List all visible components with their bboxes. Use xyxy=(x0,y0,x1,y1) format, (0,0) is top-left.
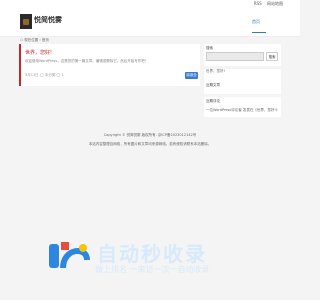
read-more-button[interactable]: 阅读全文 xyxy=(185,72,198,84)
search-button[interactable]: 搜索 xyxy=(266,52,278,61)
post-title[interactable]: 世界，您好! xyxy=(25,49,52,56)
site-title[interactable]: 悦简悦雾 xyxy=(34,15,62,25)
watermark: 自动秒收录 做上排名 一来访一次一自动收录 xyxy=(45,238,265,276)
site-logo[interactable] xyxy=(20,14,32,29)
watermark-title: 自动秒收录 xyxy=(97,242,207,266)
top-bar: RSS 网站地图 xyxy=(0,0,300,8)
breadcrumb: ☖ 现在位置 › 首页 xyxy=(20,38,49,42)
post-card: 世界，您好! 欢迎使用WordPress。这是您的第一篇文章。编辑或删除它，然后… xyxy=(19,44,200,86)
search-widget: 搜索 搜索 xyxy=(204,44,281,66)
watermark-subtitle: 做上排名 一来访一次一自动收录 xyxy=(95,265,210,274)
search-title: 搜索 xyxy=(206,46,213,50)
rss-link[interactable]: RSS xyxy=(254,1,262,6)
post-meta: 3月13日 ◯ 未分类 ◯ 1 xyxy=(25,73,64,77)
site-header: 悦简悦雾 首页 xyxy=(0,8,300,37)
top-links: RSS 网站地图 xyxy=(250,1,283,7)
nav-home-link[interactable]: 首页 xyxy=(252,19,260,25)
recent-post-item[interactable]: 世界，您好! xyxy=(206,69,225,74)
recent-comments-title: 近期评论 xyxy=(206,99,220,103)
sitemap-link[interactable]: 网站地图 xyxy=(267,1,283,6)
site-footer: Copyright © 悦简悦雾 版权所有. 京ICP备2023012142号 … xyxy=(0,125,300,160)
search-input[interactable] xyxy=(206,52,264,61)
footer-copyright: Copyright © 悦简悦雾 版权所有. 京ICP备2023012142号 xyxy=(103,133,197,137)
post-excerpt: 欢迎使用WordPress。这是您的第一篇文章。编辑或删除它，然后开始写作吧！ xyxy=(25,59,149,63)
nav-active-indicator xyxy=(252,32,266,33)
recent-posts-title: 近期文章 xyxy=(206,83,220,87)
watermark-logo-icon xyxy=(49,242,90,269)
recent-comment-item[interactable]: 一位WordPress评论者 发表在《世界，您好!》 xyxy=(206,108,279,113)
footer-disclaimer: 本站内容整理自网络，所有图片和文章均来源网络。若有侵权请联系本站删除。 xyxy=(88,142,212,146)
recent-posts-widget: 近期文章 世界，您好! xyxy=(204,69,281,94)
recent-comments-widget: 近期评论 一位WordPress评论者 发表在《世界，您好!》 xyxy=(204,97,281,117)
